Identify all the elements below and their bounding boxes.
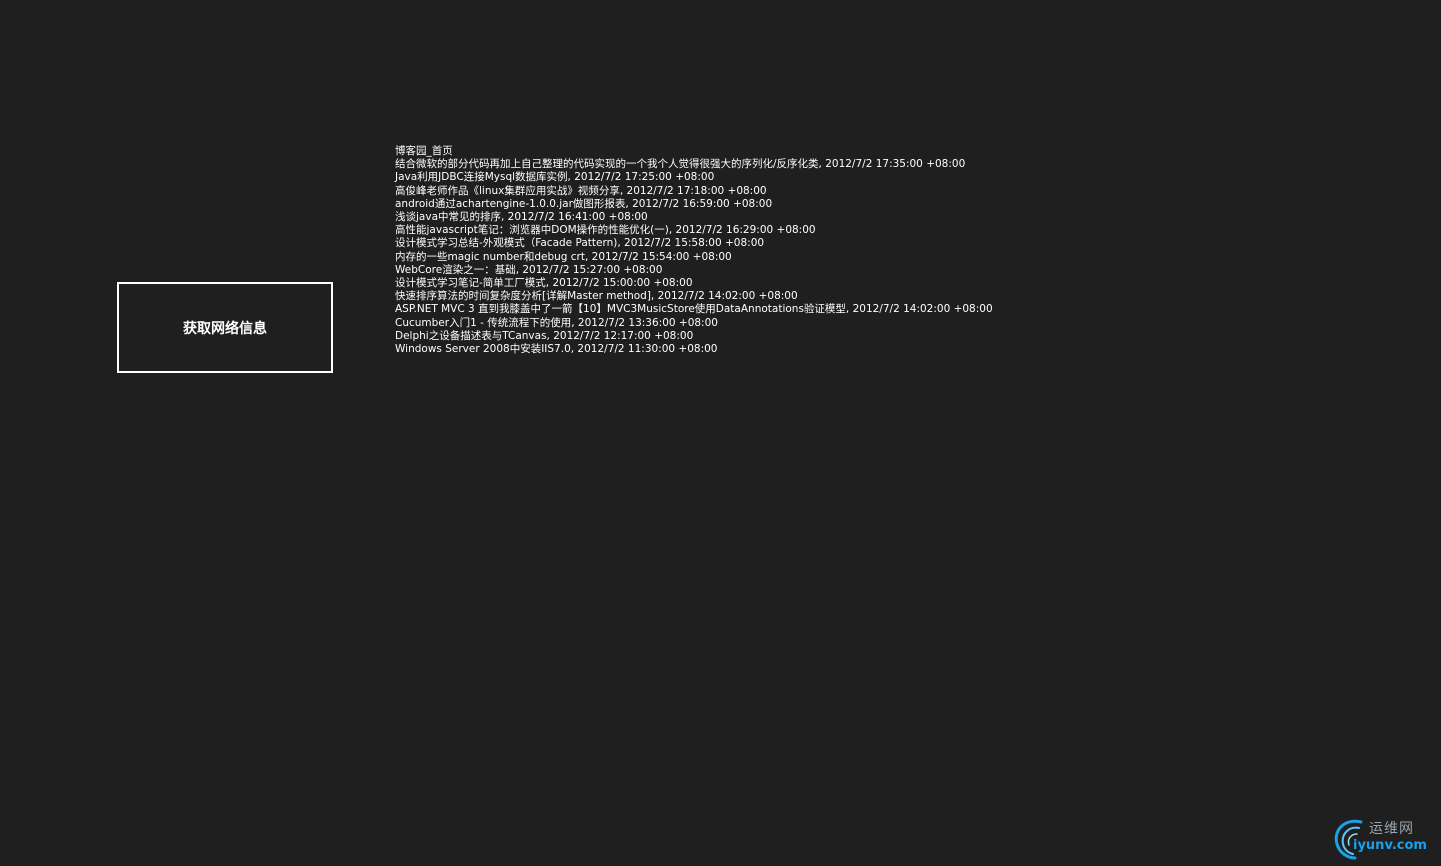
feed-item: ASP.NET MVC 3 直到我膝盖中了一箭【10】MVC3MusicStor…: [395, 303, 993, 316]
watermark-en-text: iyunv.com: [1353, 838, 1427, 853]
feed-item: android通过achartengine-1.0.0.jar做图形报表, 20…: [395, 197, 773, 210]
watermark: 运维网 iyunv.com: [1331, 816, 1435, 860]
feed-item: Windows Server 2008中安装IIS7.0, 2012/7/2 1…: [395, 343, 718, 356]
feed-item: Cucumber入门1 - 传统流程下的使用, 2012/7/2 13:36:0…: [395, 316, 718, 329]
feed-item-list: 结合微软的部分代码再加上自己整理的代码实现的一个我个人觉得很强大的序列化/反序化…: [395, 158, 993, 356]
feed-item: 浅谈java中常见的排序, 2012/7/2 16:41:00 +08:00: [395, 211, 648, 224]
feed-item: 设计模式学习笔记-简单工厂模式, 2012/7/2 15:00:00 +08:0…: [395, 277, 693, 290]
app-window: 获取网络信息 博客园_首页 结合微软的部分代码再加上自己整理的代码实现的一个我个…: [0, 0, 1441, 866]
feed-item: WebCore渲染之一：基础, 2012/7/2 15:27:00 +08:00: [395, 263, 663, 276]
feed-item: 内存的一些magic number和debug crt, 2012/7/2 15…: [395, 250, 732, 263]
rss-feed-output: 博客园_首页 结合微软的部分代码再加上自己整理的代码实现的一个我个人觉得很强大的…: [395, 145, 993, 356]
feed-item: 快速排序算法的时间复杂度分析[详解Master method], 2012/7/…: [395, 290, 798, 303]
feed-item: 设计模式学习总结-外观模式（Facade Pattern), 2012/7/2 …: [395, 237, 765, 250]
feed-item: Java利用JDBC连接Mysql数据库实例, 2012/7/2 17:25:0…: [395, 171, 715, 184]
feed-item: 结合微软的部分代码再加上自己整理的代码实现的一个我个人觉得很强大的序列化/反序化…: [395, 158, 966, 171]
feed-item: 高性能javascript笔记：浏览器中DOM操作的性能优化(一), 2012/…: [395, 224, 816, 237]
feed-item: 高俊峰老师作品《linux集群应用实战》视频分享, 2012/7/2 17:18…: [395, 184, 767, 197]
feed-title: 博客园_首页: [395, 145, 453, 157]
feed-item: Delphi之设备描述表与TCanvas, 2012/7/2 12:17:00 …: [395, 329, 694, 342]
fetch-network-info-button[interactable]: 获取网络信息: [117, 282, 333, 373]
watermark-cn-text: 运维网: [1369, 821, 1414, 837]
